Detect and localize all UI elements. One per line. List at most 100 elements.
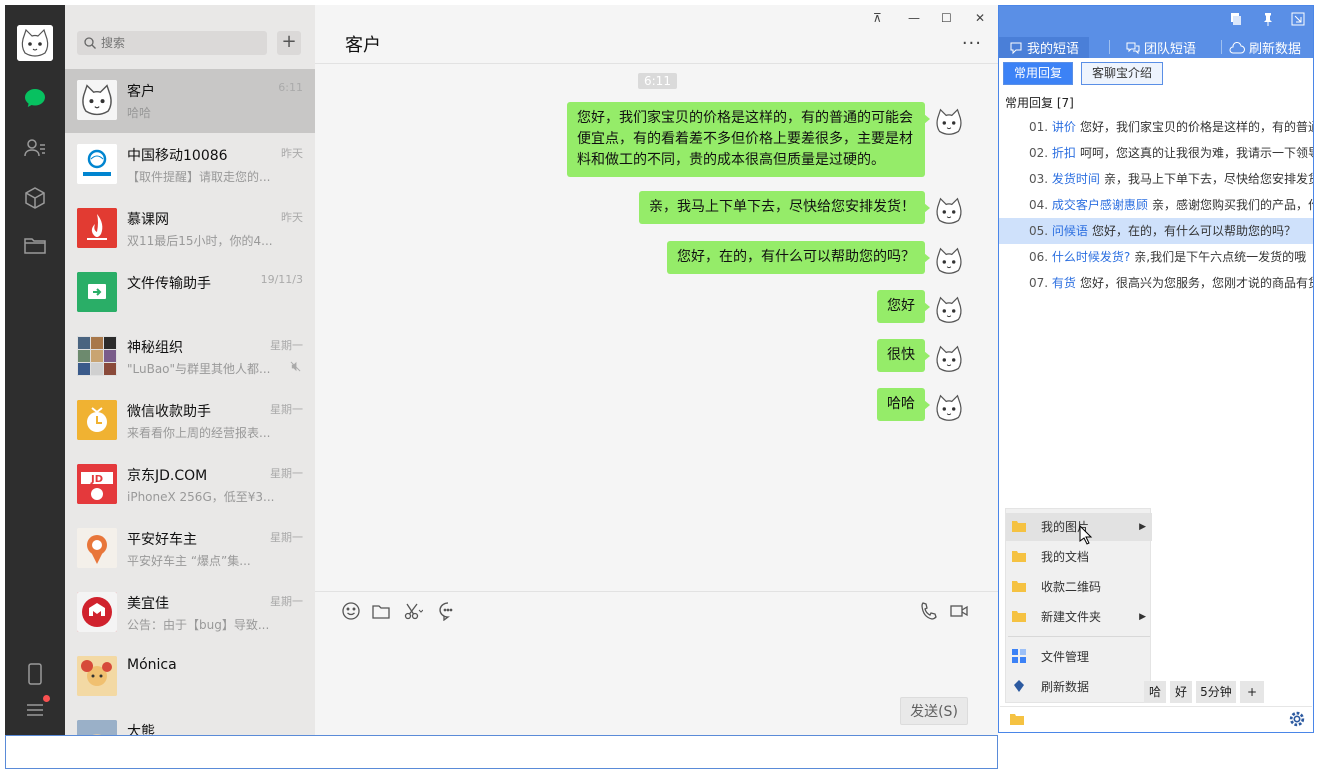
subtab-common-replies[interactable]: 常用回复	[1003, 62, 1074, 85]
minimize-icon[interactable]: —	[908, 11, 920, 25]
pin-panel-icon[interactable]	[1261, 12, 1275, 26]
emoji-icon[interactable]	[341, 601, 363, 623]
close-icon[interactable]: ✕	[975, 11, 985, 25]
add-chip-button[interactable]: +	[1240, 681, 1264, 703]
chat-preview: 平安好车主 “爆点”集...	[127, 554, 251, 568]
cat-avatar-icon	[17, 25, 53, 61]
add-chat-button[interactable]: +	[277, 31, 301, 55]
more-icon[interactable]: ···	[962, 33, 982, 54]
external-input-bar[interactable]	[5, 735, 998, 769]
message-avatar[interactable]	[932, 293, 966, 327]
reply-item[interactable]: 04. 成交客户感谢惠顾 亲，感谢您购买我们的产品，作	[999, 192, 1313, 218]
folder-icon	[1012, 581, 1026, 592]
message-bubble[interactable]: 您好，我们家宝贝的价格是这样的，有的普通的可能会便宜点，有的看着差不多但价格上要…	[567, 102, 930, 177]
reply-item[interactable]: 06. 什么时候发货? 亲,我们是下午六点统一发货的哦	[999, 244, 1313, 270]
pin-icon[interactable]: ⊼	[873, 11, 882, 25]
reply-item[interactable]: 03. 发货时间 亲，我马上下单下去，尽快给您安排发货	[999, 166, 1313, 192]
reply-item[interactable]: 01. 讲价 您好，我们家宝贝的价格是这样的，有的普通	[999, 114, 1313, 140]
chat-preview: 双11最后15小时，你的4...	[127, 234, 273, 248]
subtab-intro[interactable]: 客聊宝介绍	[1081, 62, 1164, 85]
phrase-tab-icon	[1010, 42, 1022, 54]
chat-icon[interactable]	[22, 85, 48, 111]
gear-icon[interactable]	[1288, 710, 1306, 728]
chat-list-item[interactable]: 微信收款助手 来看看你上周的经营报表... 星期一	[65, 389, 315, 453]
quick-reply-chip[interactable]: 5分钟	[1196, 681, 1236, 703]
quick-reply-chip[interactable]: 好	[1170, 681, 1192, 703]
cat-avatar-icon	[932, 105, 966, 139]
avatar	[77, 336, 117, 376]
avatar	[77, 720, 117, 735]
chat-list-item[interactable]: 大熊	[65, 709, 315, 735]
context-menu-item[interactable]: 文件管理	[1006, 643, 1152, 671]
meiyijia-logo-icon	[77, 592, 117, 632]
avatar	[77, 592, 117, 632]
contacts-icon[interactable]	[22, 135, 48, 161]
tab-my-phrases[interactable]: 我的短语	[999, 37, 1090, 58]
chat-list-item[interactable]: 客户 哈哈 6:11	[65, 69, 315, 133]
search-box[interactable]	[77, 31, 267, 55]
message-bubble[interactable]: 您好，在的，有什么可以帮助您的吗？	[667, 241, 930, 274]
grid-icon	[1012, 649, 1026, 663]
message-avatar[interactable]	[932, 244, 966, 278]
chat-time: 昨天	[281, 147, 303, 160]
tab-team-phrases[interactable]: 团队短语	[1126, 37, 1196, 58]
reply-text: 亲，我马上下单下去，尽快给您安排发货	[1103, 172, 1313, 186]
chat-list-item[interactable]: 神秘组织 "LuBao"与群里其他人都... 星期一	[65, 325, 315, 389]
chat-list-item[interactable]: 中国移动10086 【取件提醒】请取走您的... 昨天	[65, 133, 315, 197]
video-call-icon[interactable]	[949, 601, 971, 623]
tab-label: 刷新数据	[1249, 42, 1302, 57]
message-bubble[interactable]: 哈哈	[877, 388, 930, 421]
context-menu-item[interactable]: 刷新数据	[1006, 673, 1152, 701]
reply-keyword: 折扣	[1051, 146, 1076, 160]
screenshot-icon[interactable]	[403, 601, 425, 623]
search-input[interactable]	[101, 36, 261, 50]
reply-item[interactable]: 05. 问候语 您好，在的，有什么可以帮助您的吗？	[999, 218, 1313, 244]
chat-list-item[interactable]: 文件传输助手 19/11/3	[65, 261, 315, 325]
tab-separator	[1109, 40, 1110, 54]
context-menu-item[interactable]: 我的文档	[1006, 543, 1152, 571]
quick-reply-chip[interactable]: 哈	[1144, 681, 1166, 703]
reply-text: 您好，很高兴为您服务，您刚才说的商品有货	[1079, 276, 1313, 290]
imooc-logo-icon	[77, 208, 117, 248]
reply-item[interactable]: 07. 有货 您好，很高兴为您服务，您刚才说的商品有货	[999, 270, 1313, 296]
context-menu-item[interactable]: 收款二维码	[1006, 573, 1152, 601]
chat-list-item[interactable]: 慕课网 双11最后15小时，你的4... 昨天	[65, 197, 315, 261]
message-avatar[interactable]	[932, 194, 966, 228]
message-bubble[interactable]: 亲，我马上下单下去，尽快给您安排发货！	[639, 191, 930, 224]
folder-icon[interactable]	[22, 232, 48, 258]
maximize-icon[interactable]: ☐	[941, 11, 952, 25]
chat-time: 星期一	[270, 531, 303, 544]
tab-refresh-data[interactable]: 刷新数据	[1229, 37, 1301, 58]
reply-keyword: 讲价	[1051, 120, 1076, 134]
chat-name: 平安好车主	[127, 532, 197, 548]
copy-window-icon[interactable]	[1229, 12, 1243, 26]
chat-time: 星期一	[270, 339, 303, 352]
favorites-icon[interactable]	[22, 185, 48, 211]
chat-list-item[interactable]: 美宜佳 公告：由于【bug】导致... 星期一	[65, 581, 315, 645]
menu-icon[interactable]	[22, 695, 50, 723]
message-avatar[interactable]	[932, 105, 966, 139]
chat-name: 京东JD.COM	[127, 468, 208, 484]
cat-avatar-icon	[932, 342, 966, 376]
submenu-arrow-icon: ▶	[1139, 522, 1146, 532]
message-avatar[interactable]	[932, 342, 966, 376]
voice-call-icon[interactable]	[919, 601, 941, 623]
send-button[interactable]: 发送(S)	[900, 697, 968, 725]
bear-avatar-icon	[77, 720, 117, 735]
phone-icon[interactable]	[22, 661, 48, 687]
chat-history-icon[interactable]	[438, 601, 460, 623]
chat-list-item[interactable]: JD 京东JD.COM iPhoneX 256G，低至¥3... 星期一	[65, 453, 315, 517]
file-icon[interactable]	[371, 601, 393, 623]
reply-item[interactable]: 02. 折扣 呵呵，您这真的让我很为难，我请示一下领导	[999, 140, 1313, 166]
collapse-panel-icon[interactable]	[1291, 12, 1305, 26]
avatar[interactable]	[17, 25, 53, 61]
chat-window: 客户 ⊼ — ☐ ✕ ··· 6:11 您好，我们家宝贝的价格是这样的，有的普通…	[315, 5, 998, 735]
message-bubble[interactable]: 您好	[877, 290, 930, 323]
chat-list-item[interactable]: Mónica	[65, 645, 315, 709]
message-avatar[interactable]	[932, 391, 966, 425]
avatar	[77, 144, 117, 184]
chat-list-item[interactable]: 平安好车主平安好车主 “爆点”集... 星期一	[65, 517, 315, 581]
context-menu-item[interactable]: 新建文件夹 ▶	[1006, 603, 1152, 631]
folder-icon[interactable]	[1010, 713, 1024, 725]
message-bubble[interactable]: 很快	[877, 339, 930, 372]
